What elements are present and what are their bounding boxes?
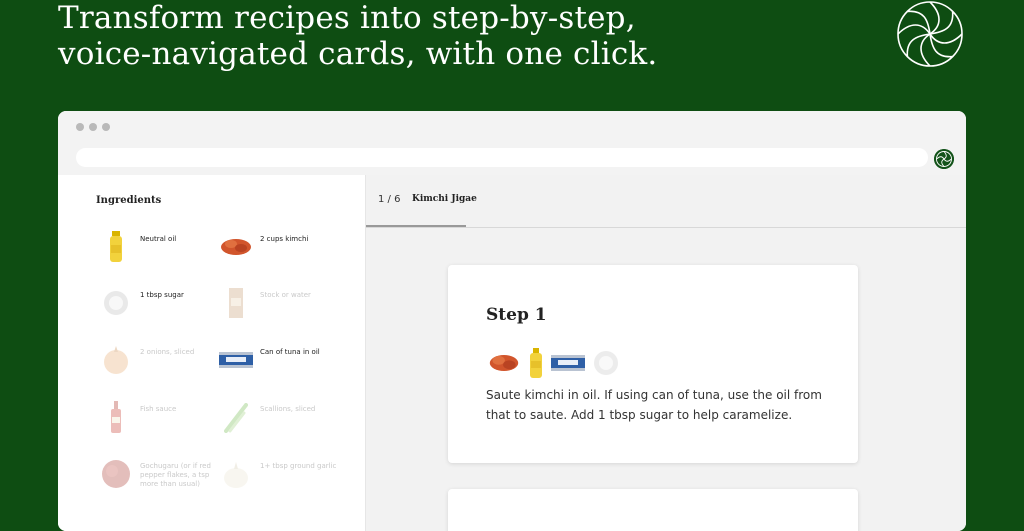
ingredient-label: Gochugaru (or if red pepper flakes, a ts… — [140, 462, 211, 488]
stock-carton-icon — [229, 288, 243, 318]
window-close-dot[interactable] — [76, 123, 84, 131]
ingredient-label: 1+ tbsp ground garlic — [260, 462, 337, 470]
headline: Transform recipes into step-by-step, voi… — [58, 0, 818, 72]
step-progress-bar — [366, 225, 467, 227]
step-ingredient-icons — [486, 347, 620, 379]
address-bar[interactable] — [76, 148, 928, 167]
sugar-icon — [104, 291, 128, 315]
browser-chrome — [58, 111, 966, 175]
ingredient-item[interactable]: 2 cups kimchi — [216, 227, 346, 267]
ingredient-item[interactable]: Can of tuna in oil — [216, 340, 346, 380]
ingredient-item[interactable]: 2 onions, sliced — [96, 340, 226, 380]
ingredient-item[interactable]: 1+ tbsp ground garlic — [216, 454, 346, 494]
tuna-can-icon — [551, 355, 585, 371]
ingredient-item[interactable]: Gochugaru (or if red pepper flakes, a ts… — [96, 454, 226, 494]
window-minimize-dot[interactable] — [89, 123, 97, 131]
step-counter: 1 / 6 — [378, 194, 401, 205]
step-instructions: Saute kimchi in oil. If using can of tun… — [486, 388, 822, 422]
next-step-card[interactable] — [448, 489, 858, 531]
recipe-header: 1 / 6 Kimchi Jigae — [366, 175, 966, 228]
kimchi-icon — [221, 239, 251, 255]
kimchi-icon — [489, 355, 519, 371]
garlic-icon — [224, 462, 248, 488]
ingredient-label: Fish sauce — [140, 405, 177, 413]
scallion-icon — [224, 403, 248, 433]
ingredient-label: Neutral oil — [140, 235, 177, 243]
ingredient-label: Scallions, sliced — [260, 405, 316, 413]
recipe-title: Kimchi Jigae — [412, 194, 477, 204]
sugar-icon — [594, 351, 618, 375]
window-maximize-dot[interactable] — [102, 123, 110, 131]
ingredient-label: 1 tbsp sugar — [140, 291, 184, 299]
ingredient-item[interactable]: Fish sauce — [96, 397, 226, 437]
oil-bottle-icon — [530, 348, 542, 378]
ingredients-sidebar: Ingredients Neutral oil 2 cups kimchi 1 … — [58, 175, 366, 531]
swirl-extension-icon[interactable] — [934, 149, 954, 169]
ingredient-item[interactable]: Neutral oil — [96, 227, 226, 267]
ingredient-item[interactable]: Stock or water — [216, 283, 346, 323]
headline-line-2: voice-navigated cards, with one click. — [58, 36, 658, 72]
ingredients-title: Ingredients — [96, 195, 162, 206]
ingredient-label: 2 onions, sliced — [140, 348, 195, 356]
recipe-main-area: 1 / 6 Kimchi Jigae Step 1 Saute kimchi i… — [366, 175, 966, 531]
onion-icon — [104, 346, 128, 374]
ingredient-label: Stock or water — [260, 291, 311, 299]
headline-line-1: Transform recipes into step-by-step, — [58, 0, 636, 36]
swirl-logo-icon — [897, 1, 963, 67]
window-controls — [76, 123, 110, 131]
oil-bottle-icon — [110, 231, 122, 262]
ingredient-label: 2 cups kimchi — [260, 235, 309, 243]
ingredient-item[interactable]: Scallions, sliced — [216, 397, 346, 437]
gochugaru-icon — [102, 460, 130, 488]
step-title: Step 1 — [486, 305, 547, 325]
ingredient-label: Can of tuna in oil — [260, 348, 320, 356]
tuna-can-icon — [219, 352, 253, 368]
browser-window: Ingredients Neutral oil 2 cups kimchi 1 … — [58, 111, 966, 531]
fish-sauce-icon — [111, 401, 121, 433]
ingredient-item[interactable]: 1 tbsp sugar — [96, 283, 226, 323]
step-card[interactable]: Step 1 Saute kimchi in oil. If using can… — [448, 265, 858, 463]
